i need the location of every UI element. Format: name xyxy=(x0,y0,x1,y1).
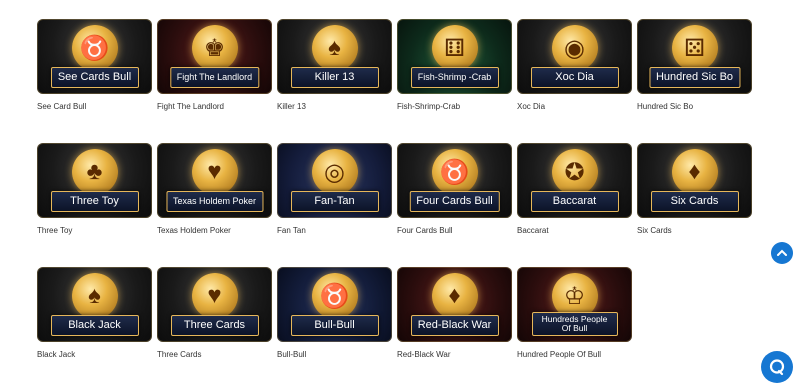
game-thumbnail[interactable]: ♣ Three Toy xyxy=(37,143,152,218)
game-title-plaque: Three Cards xyxy=(170,315,259,336)
game-card-black-jack[interactable]: ♠ Black Jack Black Jack xyxy=(37,267,152,391)
game-card-three-cards[interactable]: ♥ Three Cards Three Cards xyxy=(157,267,272,391)
game-row: ♣ Three Toy Three Toy ♥ Texas Holdem Pok… xyxy=(37,143,757,267)
game-card-hundreds-people-of-bull[interactable]: ♔ Hundreds People Of Bull Hundred People… xyxy=(517,267,632,391)
bull-icon: ♉ xyxy=(71,25,118,71)
game-caption[interactable]: Texas Holdem Poker xyxy=(157,226,272,235)
game-card-bull-bull[interactable]: ♉ Bull-Bull Bull-Bull xyxy=(277,267,392,391)
game-thumbnail[interactable]: ✪ Baccarat xyxy=(517,143,632,218)
game-title-plaque: Killer 13 xyxy=(290,67,379,88)
game-title-plaque: Black Jack xyxy=(50,315,139,336)
game-thumbnail[interactable]: ♚ Fight The Landlord xyxy=(157,19,272,94)
game-title-plaque: Xoc Dia xyxy=(530,67,619,88)
cards-icon: ♠ xyxy=(311,25,358,71)
game-card-three-toy[interactable]: ♣ Three Toy Three Toy xyxy=(37,143,152,267)
game-thumbnail[interactable]: ◎ Fan-Tan xyxy=(277,143,392,218)
landlord-icon: ♚ xyxy=(191,25,238,71)
bowl-icon: ◉ xyxy=(551,25,598,71)
game-thumbnail[interactable]: ♉ Bull-Bull xyxy=(277,267,392,342)
game-thumbnail[interactable]: ♠ Killer 13 xyxy=(277,19,392,94)
game-card-baccarat[interactable]: ✪ Baccarat Baccarat xyxy=(517,143,632,267)
game-title-plaque: Red-Black War xyxy=(410,315,499,336)
game-thumbnail[interactable]: ⚅ Fish-Shrimp -Crab xyxy=(397,19,512,94)
bull-icon: ♉ xyxy=(431,149,478,195)
game-thumbnail[interactable]: ◉ Xoc Dia xyxy=(517,19,632,94)
cards-icon: ♦ xyxy=(431,273,478,319)
game-card-killer-13[interactable]: ♠ Killer 13 Killer 13 xyxy=(277,19,392,143)
game-card-fish-shrimp-crab[interactable]: ⚅ Fish-Shrimp -Crab Fish-Shrimp-Crab xyxy=(397,19,512,143)
roulette-icon: ✪ xyxy=(551,149,598,195)
chips-icon: ◎ xyxy=(311,149,358,195)
game-thumbnail[interactable]: ♉ See Cards Bull xyxy=(37,19,152,94)
game-caption[interactable]: Bull-Bull xyxy=(277,350,392,359)
top-hat-icon: ♠ xyxy=(71,273,118,319)
dice-icon: ⚄ xyxy=(671,25,718,71)
scroll-to-top-button[interactable] xyxy=(771,242,793,264)
game-title-plaque: Four Cards Bull xyxy=(409,191,500,212)
game-caption[interactable]: Killer 13 xyxy=(277,102,392,111)
game-title-plaque: Hundreds People Of Bull xyxy=(531,312,618,336)
game-caption[interactable]: Fan Tan xyxy=(277,226,392,235)
game-thumbnail[interactable]: ♠ Black Jack xyxy=(37,267,152,342)
game-title-plaque: Hundred Sic Bo xyxy=(648,67,741,88)
cards-icon: ♥ xyxy=(191,273,238,319)
game-caption[interactable]: Three Cards xyxy=(157,350,272,359)
game-thumbnail[interactable]: ♦ Six Cards xyxy=(637,143,752,218)
dice-icon: ⚅ xyxy=(431,25,478,71)
game-title-plaque: Fish-Shrimp -Crab xyxy=(410,67,499,88)
game-caption[interactable]: See Card Bull xyxy=(37,102,152,111)
game-caption[interactable]: Red-Black War xyxy=(397,350,512,359)
game-card-xoc-dia[interactable]: ◉ Xoc Dia Xoc Dia xyxy=(517,19,632,143)
game-title-plaque: Six Cards xyxy=(650,191,739,212)
bull-icon: ♉ xyxy=(311,273,358,319)
chat-button[interactable] xyxy=(761,351,793,383)
game-title-plaque: Fan-Tan xyxy=(290,191,379,212)
game-thumbnail[interactable]: ♦ Red-Black War xyxy=(397,267,512,342)
game-grid: ♉ See Cards Bull See Card Bull ♚ Fight T… xyxy=(37,19,757,391)
game-title-plaque: See Cards Bull xyxy=(50,67,139,88)
game-title-plaque: Baccarat xyxy=(530,191,619,212)
game-card-see-cards-bull[interactable]: ♉ See Cards Bull See Card Bull xyxy=(37,19,152,143)
game-caption[interactable]: Fight The Landlord xyxy=(157,102,272,111)
game-card-red-black-war[interactable]: ♦ Red-Black War Red-Black War xyxy=(397,267,512,391)
game-row: ♉ See Cards Bull See Card Bull ♚ Fight T… xyxy=(37,19,757,143)
chat-icon xyxy=(769,359,785,376)
game-caption[interactable]: Black Jack xyxy=(37,350,152,359)
game-caption[interactable]: Six Cards xyxy=(637,226,752,235)
game-title-plaque: Three Toy xyxy=(50,191,139,212)
game-title-plaque: Fight The Landlord xyxy=(169,67,260,88)
game-thumbnail[interactable]: ♥ Texas Holdem Poker xyxy=(157,143,272,218)
game-caption[interactable]: Three Toy xyxy=(37,226,152,235)
game-thumbnail[interactable]: ♔ Hundreds People Of Bull xyxy=(517,267,632,342)
game-thumbnail[interactable]: ⚄ Hundred Sic Bo xyxy=(637,19,752,94)
game-caption[interactable]: Fish-Shrimp-Crab xyxy=(397,102,512,111)
game-card-six-cards[interactable]: ♦ Six Cards Six Cards xyxy=(637,143,752,267)
game-card-four-cards-bull[interactable]: ♉ Four Cards Bull Four Cards Bull xyxy=(397,143,512,267)
cat-icon: ♦ xyxy=(671,149,718,195)
game-row: ♠ Black Jack Black Jack ♥ Three Cards Th… xyxy=(37,267,757,391)
game-caption[interactable]: Baccarat xyxy=(517,226,632,235)
game-caption[interactable]: Four Cards Bull xyxy=(397,226,512,235)
chevron-up-icon xyxy=(777,249,787,256)
cards-icon: ♣ xyxy=(71,149,118,195)
game-caption[interactable]: Hundred People Of Bull xyxy=(517,350,632,359)
game-title-plaque: Bull-Bull xyxy=(290,315,379,336)
game-caption[interactable]: Hundred Sic Bo xyxy=(637,102,752,111)
poker-icon: ♥ xyxy=(191,149,238,195)
game-card-fight-the-landlord[interactable]: ♚ Fight The Landlord Fight The Landlord xyxy=(157,19,272,143)
game-card-texas-holdem-poker[interactable]: ♥ Texas Holdem Poker Texas Holdem Poker xyxy=(157,143,272,267)
game-thumbnail[interactable]: ♥ Three Cards xyxy=(157,267,272,342)
game-title-plaque: Texas Holdem Poker xyxy=(165,191,264,212)
game-thumbnail[interactable]: ♉ Four Cards Bull xyxy=(397,143,512,218)
game-caption[interactable]: Xoc Dia xyxy=(517,102,632,111)
game-card-fan-tan[interactable]: ◎ Fan-Tan Fan Tan xyxy=(277,143,392,267)
game-card-hundred-sic-bo[interactable]: ⚄ Hundred Sic Bo Hundred Sic Bo xyxy=(637,19,752,143)
